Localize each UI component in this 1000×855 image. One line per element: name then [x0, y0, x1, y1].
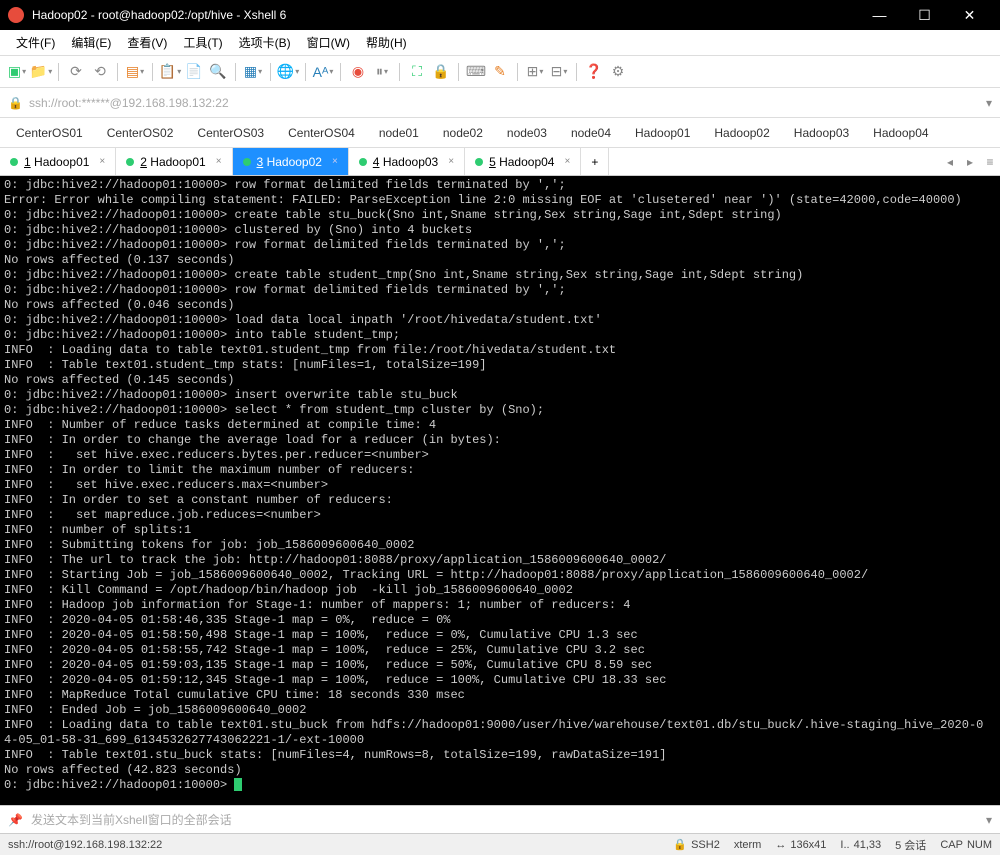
bookmark-item[interactable]: node01: [371, 123, 427, 143]
window-title: Hadoop02 - root@hadoop02:/opt/hive - Xsh…: [32, 8, 857, 22]
tab-close-icon[interactable]: ×: [448, 156, 454, 167]
cursor-icon: I..: [840, 839, 849, 851]
keyboard-icon[interactable]: ⌨: [465, 61, 487, 83]
bookmark-item[interactable]: CenterOS04: [280, 123, 363, 143]
size-icon: ↔: [775, 839, 786, 851]
lock-icon-address: 🔒: [8, 96, 23, 110]
lock-icon[interactable]: 🔒: [430, 61, 452, 83]
status-position: 41,33: [854, 839, 882, 851]
reconnect-icon[interactable]: ⟳: [65, 61, 87, 83]
globe-icon[interactable]: 🌐: [277, 61, 299, 83]
tab-close-icon[interactable]: ×: [216, 156, 222, 167]
menu-window[interactable]: 窗口(W): [299, 34, 358, 51]
tile-icon[interactable]: ⊞: [524, 61, 546, 83]
address-url[interactable]: ssh://root:******@192.168.198.132:22: [29, 96, 986, 110]
highlight-icon[interactable]: ✎: [489, 61, 511, 83]
bookmark-item[interactable]: node04: [563, 123, 619, 143]
status-dot-icon: [10, 158, 18, 166]
menu-edit[interactable]: 编辑(E): [63, 34, 119, 51]
menu-help[interactable]: 帮助(H): [358, 34, 415, 51]
disconnect-icon[interactable]: ⟲: [89, 61, 111, 83]
settings-icon[interactable]: ⚙: [607, 61, 629, 83]
compose-bar[interactable]: 📌 发送文本到当前Xshell窗口的全部会话 ▾: [0, 805, 1000, 833]
menu-view[interactable]: 查看(V): [119, 34, 175, 51]
status-num: NUM: [967, 839, 992, 851]
tab-menu-icon[interactable]: ≡: [980, 148, 1000, 175]
session-tab-1[interactable]: 1 Hadoop01×: [0, 148, 116, 175]
compose-dropdown-icon[interactable]: ▾: [986, 813, 992, 827]
help-icon[interactable]: ❓: [583, 61, 605, 83]
statusbar: ssh://root@192.168.198.132:22 🔒 SSH2 xter…: [0, 833, 1000, 855]
cascade-icon[interactable]: ⊟: [548, 61, 570, 83]
app-icon: [8, 7, 24, 23]
session-tab-5[interactable]: 5 Hadoop04×: [465, 148, 581, 175]
bookmark-item[interactable]: node02: [435, 123, 491, 143]
font-icon[interactable]: Aᴬ: [312, 61, 334, 83]
status-dot-icon: [475, 158, 483, 166]
session-tab-4[interactable]: 4 Hadoop03×: [349, 148, 465, 175]
address-dropdown-icon[interactable]: ▾: [986, 96, 992, 110]
bookmark-item[interactable]: CenterOS01: [8, 123, 91, 143]
paste-icon[interactable]: 📄: [183, 61, 205, 83]
new-session-icon[interactable]: ▣: [6, 61, 28, 83]
bookmark-item[interactable]: Hadoop03: [786, 123, 857, 143]
menu-file[interactable]: 文件(F): [8, 34, 63, 51]
status-term: xterm: [734, 839, 762, 851]
session-tabs: 1 Hadoop01× 2 Hadoop01× 3 Hadoop02× 4 Ha…: [0, 148, 1000, 176]
fullscreen-icon[interactable]: ⛶: [406, 61, 428, 83]
bookmarks-bar: CenterOS01 CenterOS02 CenterOS03 CenterO…: [0, 118, 1000, 148]
bookmark-item[interactable]: Hadoop02: [706, 123, 777, 143]
properties-icon[interactable]: ▦: [242, 61, 264, 83]
bookmark-item[interactable]: Hadoop04: [865, 123, 936, 143]
ssh-lock-icon: 🔒: [673, 838, 687, 851]
status-size: 136x41: [790, 839, 826, 851]
stop-icon[interactable]: ⏸: [371, 61, 393, 83]
bookmark-item[interactable]: CenterOS02: [99, 123, 182, 143]
tab-nav-right-icon[interactable]: ▸: [960, 148, 980, 175]
compose-placeholder: 发送文本到当前Xshell窗口的全部会话: [31, 811, 978, 828]
open-icon[interactable]: 📁: [30, 61, 52, 83]
minimize-button[interactable]: —: [857, 0, 902, 30]
menubar: 文件(F) 编辑(E) 查看(V) 工具(T) 选项卡(B) 窗口(W) 帮助(…: [0, 30, 1000, 56]
terminal[interactable]: 0: jdbc:hive2://hadoop01:10000> row form…: [0, 176, 1000, 805]
addressbar[interactable]: 🔒 ssh://root:******@192.168.198.132:22 ▾: [0, 88, 1000, 118]
close-button[interactable]: ✕: [947, 0, 992, 30]
toolbar: ▣ 📁 ⟳ ⟲ ▤ 📋 📄 🔍 ▦ 🌐 Aᴬ ◉ ⏸ ⛶ 🔒 ⌨ ✎ ⊞ ⊟ ❓…: [0, 56, 1000, 88]
add-tab-button[interactable]: +: [581, 148, 609, 175]
copy-icon[interactable]: 📋: [159, 61, 181, 83]
session-tab-3[interactable]: 3 Hadoop02×: [233, 148, 349, 175]
search-icon[interactable]: 🔍: [207, 61, 229, 83]
status-dot-icon: [126, 158, 134, 166]
status-sessions: 5 会话: [895, 837, 926, 853]
tab-nav-left-icon[interactable]: ◂: [940, 148, 960, 175]
status-dot-icon: [243, 158, 251, 166]
tab-close-icon[interactable]: ×: [564, 156, 570, 167]
status-connection: ssh://root@192.168.198.132:22: [8, 839, 162, 851]
tab-close-icon[interactable]: ×: [332, 156, 338, 167]
bookmark-item[interactable]: node03: [499, 123, 555, 143]
status-protocol: SSH2: [691, 839, 720, 851]
bookmark-item[interactable]: Hadoop01: [627, 123, 698, 143]
menu-tab[interactable]: 选项卡(B): [231, 34, 299, 51]
maximize-button[interactable]: ☐: [902, 0, 947, 30]
status-cap: CAP: [940, 839, 963, 851]
bookmark-item[interactable]: CenterOS03: [189, 123, 272, 143]
record-icon[interactable]: ◉: [347, 61, 369, 83]
pin-icon[interactable]: 📌: [8, 813, 23, 827]
titlebar: Hadoop02 - root@hadoop02:/opt/hive - Xsh…: [0, 0, 1000, 30]
status-dot-icon: [359, 158, 367, 166]
tab-close-icon[interactable]: ×: [99, 156, 105, 167]
transfer-icon[interactable]: ▤: [124, 61, 146, 83]
session-tab-2[interactable]: 2 Hadoop01×: [116, 148, 232, 175]
menu-tools[interactable]: 工具(T): [175, 34, 230, 51]
